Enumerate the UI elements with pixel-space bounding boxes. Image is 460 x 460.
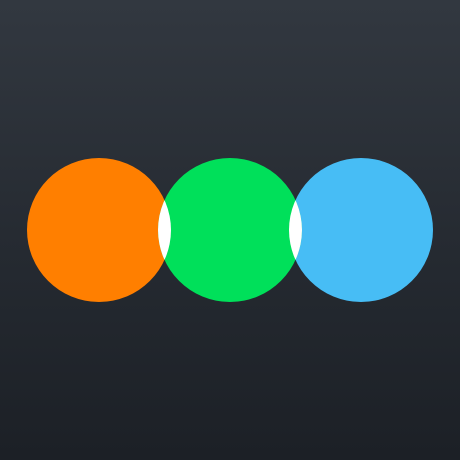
orange-circle-icon <box>27 158 171 302</box>
blue-circle-icon <box>289 158 433 302</box>
three-circles-logo-icon <box>27 158 433 302</box>
app-icon-canvas <box>0 0 460 460</box>
green-circle-icon <box>158 158 302 302</box>
